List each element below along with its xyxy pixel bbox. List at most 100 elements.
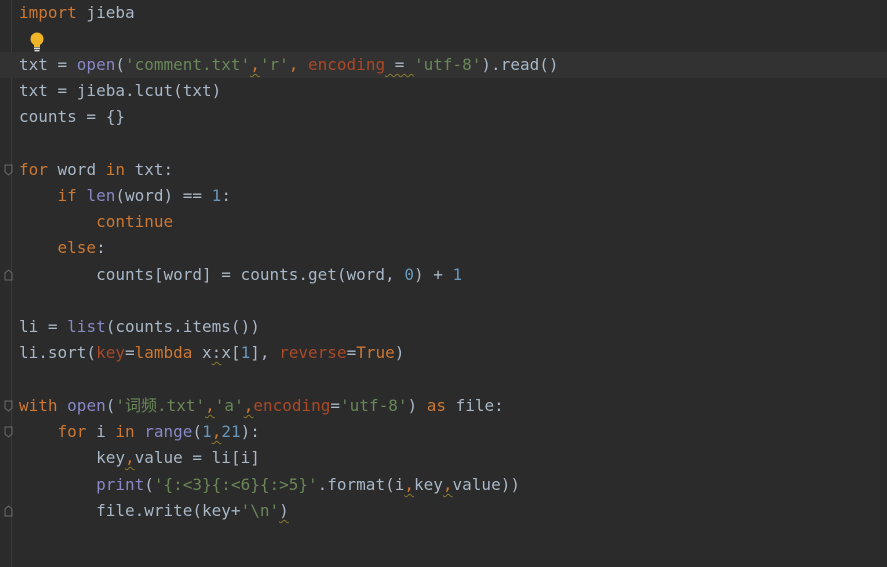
fold-marker-icon[interactable] (4, 164, 13, 176)
token: = (346, 343, 357, 362)
token: lambda (134, 343, 193, 362)
token: ( (115, 55, 125, 74)
fold-marker-icon[interactable] (4, 505, 13, 517)
token: ) (407, 396, 427, 415)
token: ) (279, 501, 289, 520)
token: , (205, 396, 215, 415)
code-line-8[interactable]: if len(word) == 1: (0, 183, 887, 209)
token: word (47, 160, 106, 179)
token: = (124, 343, 135, 362)
token: if (57, 186, 77, 205)
token: open (76, 55, 116, 74)
token: txt = (19, 55, 77, 74)
token: 1 (202, 422, 212, 441)
token: with (19, 396, 58, 415)
token: key (96, 448, 125, 467)
token: for (19, 160, 48, 179)
token: 1 (240, 343, 251, 362)
token: , (442, 475, 453, 494)
token: 0 (404, 265, 414, 284)
token: x[ (221, 343, 241, 362)
token: jieba (76, 3, 135, 22)
token: 1 (211, 186, 222, 205)
token: '\n' (240, 501, 280, 520)
code-line-16[interactable]: with open('词频.txt','a',encoding='utf-8')… (0, 393, 887, 419)
code-line-9[interactable]: continue (0, 209, 887, 235)
token: , (288, 55, 309, 74)
token: ): (240, 422, 260, 441)
token: 1 (452, 265, 463, 284)
code-line-17[interactable]: for i in range(1,21): (0, 419, 887, 445)
token: : (211, 343, 222, 362)
code-line-7[interactable]: for word in txt: (0, 157, 887, 183)
token: 'comment.txt' (124, 55, 251, 74)
lightbulb-icon[interactable] (28, 31, 46, 53)
token: key (96, 343, 125, 362)
token: (counts.items()) (105, 317, 260, 336)
code-line-20[interactable]: file.write(key+'\n') (0, 498, 887, 524)
token: li.sort( (19, 343, 97, 362)
token: , (404, 475, 414, 494)
code-line-5[interactable]: counts = {} (0, 104, 887, 130)
code-line-13[interactable]: li = list(counts.items()) (0, 314, 887, 340)
code-line-3[interactable]: txt = open('comment.txt','r', encoding =… (0, 52, 887, 78)
token: open (67, 396, 106, 415)
code-editor[interactable]: import jieba txt = open('comment.txt','r… (0, 0, 887, 567)
token: , (211, 422, 222, 441)
token: in (115, 422, 135, 441)
code-line-11[interactable]: counts[word] = counts.get(word, 0) + 1 (0, 262, 887, 288)
token: reverse (279, 343, 347, 362)
token: encoding (253, 396, 331, 415)
code-line-18[interactable]: key,value = li[i] (0, 445, 887, 471)
token: 21 (221, 422, 241, 441)
token: value)) (452, 475, 520, 494)
token: ) (394, 343, 405, 362)
token: txt = jieba.lcut(txt) (19, 81, 222, 100)
code-line-14[interactable]: li.sort(key=lambda x:x[1], reverse=True) (0, 340, 887, 366)
code-line-4[interactable]: txt = jieba.lcut(txt) (0, 78, 887, 104)
token: else (57, 238, 97, 257)
token: txt: (124, 160, 174, 179)
token: counts[word] = counts.get(word, (96, 265, 405, 284)
token: range (144, 422, 193, 441)
code-line-19[interactable]: print('{:<3}{:<6}{:>5}'.format(i,key,val… (0, 472, 887, 498)
token: ( (105, 396, 116, 415)
code-line-1[interactable]: import jieba (0, 0, 887, 26)
token: encoding (308, 55, 386, 74)
token: ( (144, 475, 154, 494)
token: ).read() (481, 55, 559, 74)
token: print (96, 475, 145, 494)
fold-marker-icon[interactable] (4, 426, 13, 438)
token: import (19, 3, 77, 22)
token: file.write(key+ (96, 501, 241, 520)
token: 'r' (259, 55, 289, 74)
token: = (385, 55, 414, 74)
token: : (221, 186, 231, 205)
token: counts = {} (19, 107, 125, 126)
token: , (243, 396, 254, 415)
token: x (192, 343, 212, 362)
code-line-10[interactable]: else: (0, 235, 887, 261)
token: li = (19, 317, 68, 336)
token: True (356, 343, 395, 362)
token: i (86, 422, 116, 441)
token: continue (96, 212, 174, 231)
token: '词频.txt' (115, 396, 206, 415)
token: for (57, 422, 87, 441)
token: (word) == (115, 186, 212, 205)
token: value = li[i] (134, 448, 260, 467)
fold-marker-icon[interactable] (4, 269, 13, 281)
token: = (330, 396, 341, 415)
token: '{:<3}{:<6}{:>5}' (153, 475, 318, 494)
token: 'a' (214, 396, 244, 415)
fold-marker-icon[interactable] (4, 400, 13, 412)
